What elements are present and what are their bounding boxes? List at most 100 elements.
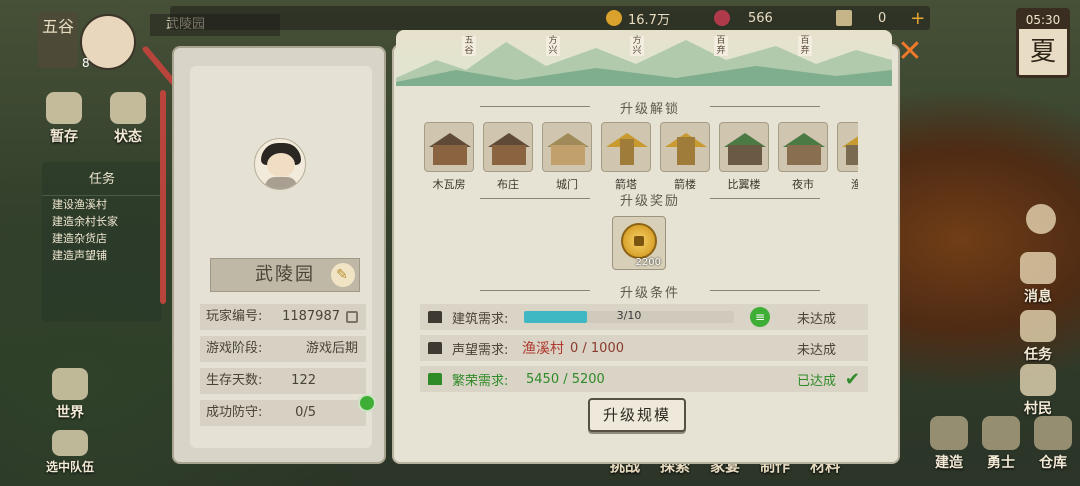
copper-coin-icon xyxy=(621,223,657,259)
banner-tag: 五谷 xyxy=(462,36,476,56)
reward-item[interactable]: 2200 xyxy=(612,216,666,270)
team-button[interactable]: 选中队伍 xyxy=(46,430,94,475)
building-item[interactable]: 城门 xyxy=(542,122,592,192)
copper-resource: 16.7万 xyxy=(606,8,670,28)
build-icon xyxy=(930,416,968,450)
scroll-icon xyxy=(836,10,852,26)
building-progress-bar: 3/10 xyxy=(524,309,734,323)
task-item[interactable]: 建设渔溪村 xyxy=(42,196,162,213)
region-badge[interactable]: 五谷 xyxy=(38,12,78,68)
profile-row-id: 玩家编号: 1187987 xyxy=(200,304,366,330)
resource-bar xyxy=(170,6,930,30)
condition-label: 建筑需求: xyxy=(452,311,509,327)
tasks-button[interactable]: 任务 xyxy=(1020,310,1056,364)
building-item[interactable]: 渔溪 xyxy=(837,122,858,192)
copper-value: 16.7万 xyxy=(628,12,670,28)
landscape-banner: 五谷 方兴 方兴 百弃 百弃 xyxy=(396,30,892,86)
condition-prosperity: 繁荣需求: 5450 / 5200 已达成 ✔ xyxy=(420,366,868,392)
task-panel[interactable]: 任务 建设渔溪村 建造余村长家 建造杂货店 建造声望铺 xyxy=(42,162,162,322)
building-thumbnail xyxy=(542,122,592,172)
task-panel-title: 任务 xyxy=(42,162,162,196)
jade-icon xyxy=(714,10,730,26)
section-title-conditions: 升级条件 xyxy=(480,282,820,301)
condition-label: 繁荣需求: xyxy=(452,373,509,389)
build-label: 建造 xyxy=(935,455,963,471)
villagers-button[interactable]: 村民 xyxy=(1020,364,1056,418)
progress-text: 3/10 xyxy=(616,309,642,322)
rope-decoration xyxy=(160,90,166,304)
warehouse-button[interactable]: 仓库 xyxy=(1034,416,1072,472)
mushroom-icon xyxy=(46,92,82,124)
condition-building: 建筑需求: 3/10 ≡ 未达成 xyxy=(420,304,868,330)
building-item[interactable]: 比翼楼 xyxy=(719,122,769,192)
house-icon xyxy=(428,373,442,385)
villagers-label: 村民 xyxy=(1024,401,1052,417)
bottom-right-nav: 建造 勇士 仓库 xyxy=(930,416,1072,472)
task-item[interactable]: 建造杂货店 xyxy=(42,230,162,247)
jade-value: 566 xyxy=(748,10,773,26)
house-icon xyxy=(428,342,442,354)
reward-amount: 2200 xyxy=(635,257,661,268)
building-thumbnail xyxy=(778,122,828,172)
defense-value: 0/5 xyxy=(295,405,316,420)
villager-icon xyxy=(1020,364,1056,396)
building-thumbnail xyxy=(719,122,769,172)
section-title-unlock: 升级解锁 xyxy=(480,98,820,117)
scroll-resource: 0 + xyxy=(836,8,925,29)
profile-row-label: 玩家编号: xyxy=(206,309,263,324)
edit-name-icon[interactable]: ✎ xyxy=(331,263,355,287)
building-thumbnail xyxy=(424,122,474,172)
unlock-building-list[interactable]: 木瓦房 布庄 城门 箭塔 箭楼 比翼楼 夜市 渔溪 xyxy=(424,122,858,192)
section-title-reward: 升级奖励 xyxy=(480,190,820,209)
flower-button[interactable] xyxy=(1026,204,1056,236)
task-item[interactable]: 建造声望铺 xyxy=(42,247,162,264)
status-icon xyxy=(110,92,146,124)
close-icon[interactable]: ✕ xyxy=(896,37,924,67)
building-item[interactable]: 木瓦房 xyxy=(424,122,474,192)
temp-storage-button[interactable]: 暂存 xyxy=(46,92,82,146)
profile-row-defense: 成功防守: 0/5 xyxy=(200,400,366,426)
condition-reputation: 声望需求: 渔溪村 0 / 1000 未达成 xyxy=(420,335,868,361)
world-icon xyxy=(52,368,88,400)
copy-icon[interactable] xyxy=(346,310,358,323)
banner-tag: 百弃 xyxy=(714,36,728,56)
building-thumbnail xyxy=(483,122,533,172)
condition-status: 已达成 xyxy=(796,373,836,389)
task-item[interactable]: 建造余村长家 xyxy=(42,213,162,230)
building-item[interactable]: 布庄 xyxy=(483,122,533,192)
region-badge-label: 五谷 xyxy=(41,17,74,36)
add-icon[interactable]: + xyxy=(910,8,925,29)
building-thumbnail xyxy=(601,122,651,172)
world-label: 世界 xyxy=(56,405,84,421)
building-thumbnail xyxy=(837,122,858,172)
building-label: 渔溪 xyxy=(851,178,858,191)
season-clock[interactable]: 05:30 夏 xyxy=(1016,8,1070,78)
warrior-icon xyxy=(982,416,1020,450)
temp-storage-label: 暂存 xyxy=(50,129,78,145)
bag-icon xyxy=(1020,252,1056,284)
building-item[interactable]: 箭楼 xyxy=(660,122,710,192)
status-button[interactable]: 状态 xyxy=(110,92,146,146)
building-thumbnail xyxy=(660,122,710,172)
player-id-value: 1187987 xyxy=(282,309,340,324)
reputation-village: 渔溪村 xyxy=(522,341,564,357)
banner-tag: 百弃 xyxy=(798,36,812,56)
building-item[interactable]: 夜市 xyxy=(778,122,828,192)
building-item[interactable]: 箭塔 xyxy=(601,122,651,192)
profile-row-label: 成功防守: xyxy=(206,405,263,420)
player-level: 8 xyxy=(82,56,90,70)
messages-button[interactable]: 消息 xyxy=(1020,252,1056,306)
list-icon[interactable]: ≡ xyxy=(750,307,770,327)
warehouse-icon xyxy=(1034,416,1072,450)
warrior-button[interactable]: 勇士 xyxy=(982,416,1020,472)
condition-status: 未达成 xyxy=(796,342,836,358)
build-button[interactable]: 建造 xyxy=(930,416,968,472)
team-icon xyxy=(52,430,88,456)
condition-status: 未达成 xyxy=(796,311,836,327)
world-button[interactable]: 世界 xyxy=(52,368,88,422)
upgrade-scale-button[interactable]: 升级规模 xyxy=(588,398,686,432)
profile-row-stage: 游戏阶段: 游戏后期 xyxy=(200,336,366,362)
messages-label: 消息 xyxy=(1024,289,1052,305)
profile-row-label: 生存天数: xyxy=(206,373,263,388)
game-stage-value: 游戏后期 xyxy=(305,341,358,356)
